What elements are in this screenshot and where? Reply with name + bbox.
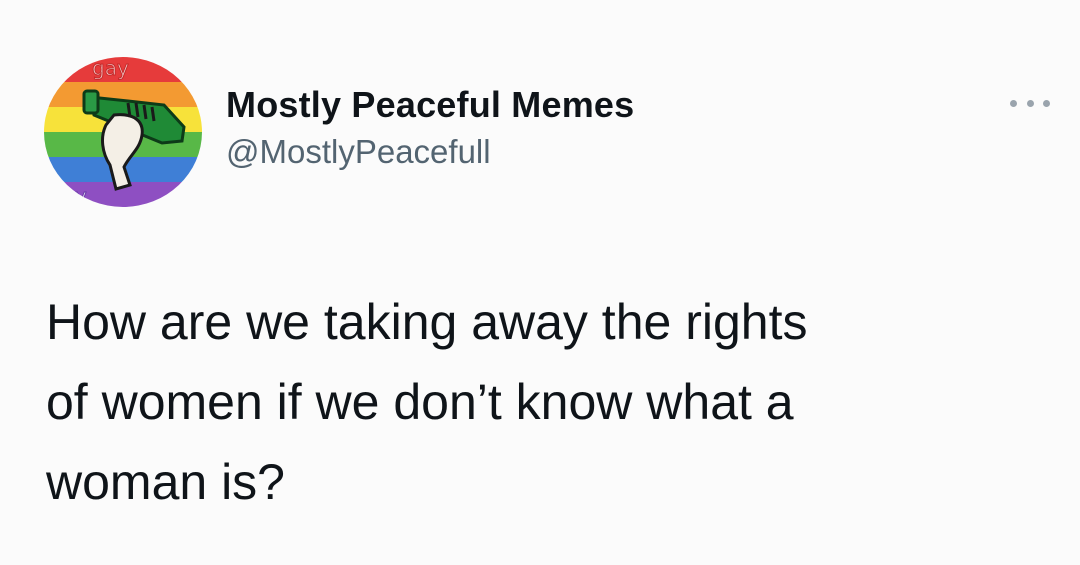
tweet-card[interactable]: gay any Mostly Peaceful Memes @MostlyPea…: [0, 0, 1080, 565]
dot: [1010, 99, 1017, 107]
author-handle[interactable]: @MostlyPeacefull: [226, 132, 634, 172]
tweet-text-line: How are we taking away the rights: [46, 294, 808, 350]
tweet-text-line: woman is?: [46, 454, 285, 510]
tweet-text: How are we taking away the rights of wom…: [46, 282, 1036, 522]
avatar-drawing-icon: gay any: [50, 57, 186, 207]
tweet-text-line: of women if we don’t know what a: [46, 374, 794, 430]
dot: [1026, 99, 1034, 107]
more-horizontal-icon[interactable]: [1010, 95, 1050, 111]
dot: [1043, 99, 1050, 107]
svg-text:any: any: [50, 184, 87, 207]
svg-text:gay: gay: [92, 57, 129, 80]
author-display-name[interactable]: Mostly Peaceful Memes: [226, 84, 634, 126]
avatar[interactable]: gay any: [44, 57, 202, 207]
tweet-author: Mostly Peaceful Memes @MostlyPeacefull: [226, 84, 634, 172]
